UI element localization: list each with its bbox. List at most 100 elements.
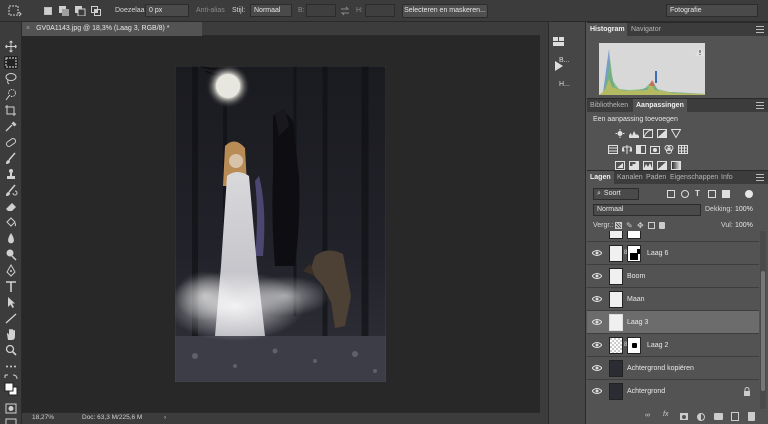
fill-value[interactable]: 100% [735, 222, 753, 229]
tab-channels[interactable]: Kanalen [614, 171, 646, 184]
tab-navigator[interactable]: Navigator [628, 23, 664, 36]
blur-tool-icon[interactable] [4, 232, 18, 245]
layer-row-selected[interactable]: Laag 3 [587, 310, 759, 333]
eraser-tool-icon[interactable] [4, 200, 18, 213]
invert-icon[interactable] [615, 161, 625, 170]
visibility-eye-icon[interactable] [592, 341, 602, 349]
layer-name[interactable]: Laag 3 [627, 311, 648, 334]
layers-scrollbar[interactable] [760, 231, 766, 409]
hue-saturation-icon[interactable] [608, 145, 618, 154]
layer-row[interactable]: Achtergrond kopiëren [587, 356, 759, 379]
type-tool-icon[interactable] [4, 280, 18, 293]
quick-selection-tool-icon[interactable] [4, 88, 18, 101]
layer-style-fx-icon[interactable]: fx [663, 411, 668, 418]
lock-all-icon[interactable] [659, 222, 665, 229]
add-mask-icon[interactable] [680, 413, 688, 420]
tab-histogram[interactable]: Histogram [587, 23, 627, 36]
new-layer-icon[interactable] [731, 412, 739, 421]
tab-layers[interactable]: Lagen [587, 171, 614, 184]
threshold-icon[interactable] [643, 161, 653, 170]
mini-panel-history[interactable]: H... [553, 58, 583, 88]
layer-name[interactable]: Laag 6 [647, 242, 668, 265]
foreground-background-color-icon[interactable] [4, 374, 18, 398]
opacity-value[interactable]: 100% [735, 206, 753, 213]
tab-adjustments[interactable]: Aanpassingen [633, 99, 687, 112]
brightness-contrast-icon[interactable] [615, 129, 625, 138]
filter-type-icon[interactable]: T [695, 189, 700, 198]
history-brush-tool-icon[interactable] [4, 184, 18, 197]
lock-artboard-icon[interactable] [648, 222, 655, 229]
add-to-selection-icon[interactable] [59, 6, 69, 16]
color-lookup-icon[interactable] [678, 145, 688, 154]
select-and-mask-button[interactable]: Selecteren en maskeren... [402, 4, 488, 18]
layer-name[interactable]: Achtergrond kopiëren [627, 357, 694, 380]
workspace-select[interactable]: Fotografie [666, 4, 758, 17]
antialias-checkbox-label[interactable]: Anti-alias [196, 5, 225, 17]
layer-filter-select[interactable]: ⌕ Soort [593, 188, 639, 200]
selective-color-icon[interactable] [657, 161, 667, 170]
layers-scrollbar-thumb[interactable] [761, 271, 765, 391]
tab-paths[interactable]: Paden [643, 171, 669, 184]
layer-name[interactable]: Achtergrond [627, 380, 665, 403]
status-menu-arrow[interactable]: › [164, 414, 166, 421]
visibility-eye-icon[interactable] [592, 272, 602, 280]
layers-panel-menu-icon[interactable] [756, 174, 764, 181]
levels-icon[interactable] [629, 129, 639, 138]
filter-smart-object-icon[interactable] [722, 190, 730, 198]
rectangular-marquee-tool-icon[interactable] [4, 56, 18, 69]
paint-bucket-tool-icon[interactable] [4, 216, 18, 229]
feather-input[interactable]: 0 px [145, 4, 189, 17]
visibility-eye-icon[interactable] [592, 249, 602, 257]
lock-position-icon[interactable]: ✥ [637, 221, 644, 230]
width-input[interactable] [306, 4, 336, 17]
new-selection-icon[interactable] [44, 7, 52, 15]
filter-shape-icon[interactable] [708, 190, 716, 198]
exposure-icon[interactable] [657, 129, 667, 138]
blend-mode-select[interactable]: Normaal [593, 204, 701, 216]
curves-icon[interactable] [643, 129, 653, 138]
tab-info[interactable]: Info [718, 171, 736, 184]
tab-properties[interactable]: Eigenschappen [667, 171, 721, 184]
histogram-panel-menu-icon[interactable] [756, 26, 764, 33]
visibility-eye-icon[interactable] [592, 318, 602, 326]
hand-tool-icon[interactable] [4, 328, 18, 341]
layer-row[interactable]: Maan [587, 287, 759, 310]
visibility-eye-icon[interactable] [592, 295, 602, 303]
layer-name[interactable]: Boom [627, 265, 645, 288]
move-tool-icon[interactable] [4, 40, 18, 53]
black-white-icon[interactable] [636, 145, 646, 154]
document-tab[interactable]: × GV0A1143.jpg @ 18,3% (Laag 3, RGB/8) * [22, 22, 202, 36]
visibility-eye-icon[interactable] [592, 387, 602, 395]
height-input[interactable] [365, 4, 395, 17]
visibility-eye-icon[interactable] [592, 364, 602, 372]
posterize-icon[interactable] [629, 161, 639, 170]
crop-tool-icon[interactable] [4, 104, 18, 117]
vibrance-icon[interactable] [671, 129, 681, 138]
delete-layer-icon[interactable] [748, 412, 755, 421]
color-balance-icon[interactable] [622, 145, 632, 154]
intersect-selection-icon[interactable] [91, 6, 101, 16]
gradient-map-icon[interactable] [671, 161, 681, 170]
brush-tool-icon[interactable] [4, 152, 18, 165]
quick-mask-icon[interactable] [4, 402, 18, 415]
path-selection-tool-icon[interactable] [4, 296, 18, 309]
layer-row-partial[interactable] [587, 231, 759, 241]
document-canvas-image[interactable] [175, 66, 386, 382]
filter-toggle-icon[interactable] [745, 190, 753, 198]
layer-name[interactable]: Laag 2 [647, 334, 668, 357]
lasso-tool-icon[interactable] [4, 72, 18, 85]
histogram-warning-icon[interactable] [695, 47, 705, 56]
screen-mode-icon[interactable] [4, 416, 18, 424]
marquee-tool-preset-icon[interactable] [8, 5, 22, 17]
zoom-level[interactable]: 18,27% [32, 414, 54, 421]
new-adjustment-layer-icon[interactable] [697, 413, 705, 421]
photo-filter-icon[interactable] [650, 145, 660, 154]
filter-adjustment-icon[interactable] [681, 190, 689, 198]
layer-row[interactable]: Achtergrond [587, 379, 759, 402]
layer-row[interactable]: 8 Laag 6 [587, 241, 759, 264]
layer-name[interactable]: Maan [627, 288, 645, 311]
layers-list[interactable]: 8 Laag 6 Boom Maan Laag 3 8 Laag 2 Achte… [587, 231, 768, 409]
dodge-tool-icon[interactable] [4, 248, 18, 261]
channel-mixer-icon[interactable] [664, 145, 674, 154]
swap-dimensions-icon[interactable] [340, 6, 350, 16]
